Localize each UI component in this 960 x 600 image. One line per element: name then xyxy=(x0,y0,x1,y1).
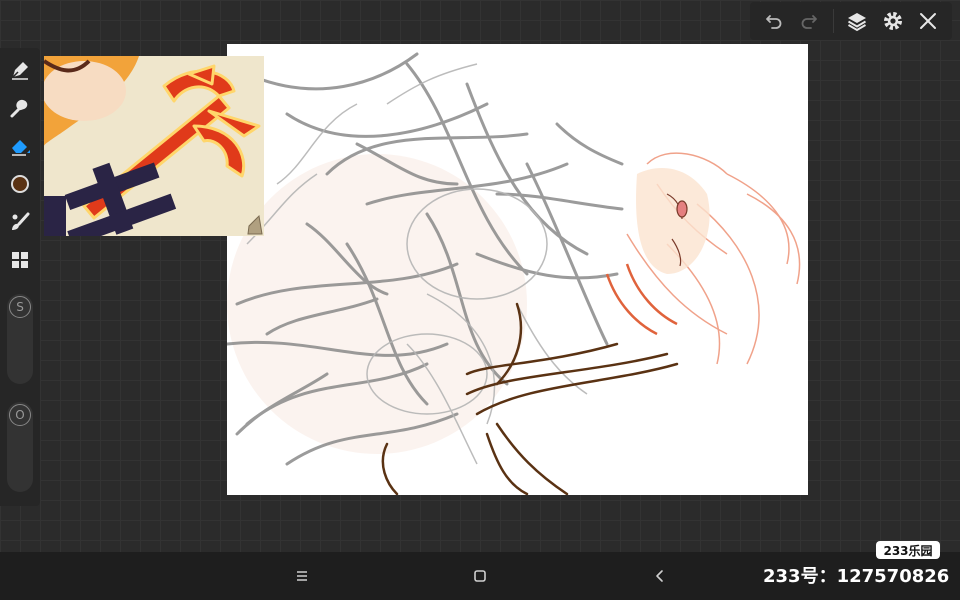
close-icon xyxy=(919,13,936,29)
brush-size-knob[interactable]: S xyxy=(9,296,31,318)
redo-icon xyxy=(802,15,818,29)
layers-icon xyxy=(848,13,867,32)
menu-icon xyxy=(297,571,307,581)
reference-artwork xyxy=(44,56,264,236)
sketch-artwork xyxy=(227,52,801,495)
smudge-tool-button[interactable] xyxy=(8,96,32,120)
menu-button[interactable] xyxy=(292,566,312,586)
eraser-icon xyxy=(12,140,30,156)
layers-button[interactable] xyxy=(845,9,869,33)
close-button[interactable] xyxy=(916,9,940,33)
color-picker-button[interactable] xyxy=(8,172,32,196)
gallery-button[interactable] xyxy=(8,248,32,272)
brush-opacity-knob[interactable]: O xyxy=(9,404,31,426)
top-toolbar xyxy=(750,2,952,40)
back-icon xyxy=(656,570,663,582)
watermark-id: 233号：127570826 xyxy=(763,566,950,587)
undo-button[interactable] xyxy=(762,9,786,33)
brush-tool-button[interactable] xyxy=(8,210,32,234)
brush-size-slider[interactable]: S xyxy=(7,294,33,384)
watermark-logo: 233乐园 xyxy=(876,541,940,559)
home-button[interactable] xyxy=(470,566,490,586)
drawing-canvas[interactable] xyxy=(227,44,808,495)
redo-button[interactable] xyxy=(797,9,821,33)
home-icon xyxy=(474,570,486,582)
reference-image[interactable] xyxy=(44,56,264,236)
pen-icon xyxy=(12,62,28,80)
pen-tool-button[interactable] xyxy=(8,58,32,82)
settings-icon xyxy=(883,12,902,30)
brush-opacity-slider[interactable]: O xyxy=(7,402,33,492)
color-swatch xyxy=(11,175,29,193)
left-toolbar: S O xyxy=(0,48,40,506)
eraser-tool-button[interactable] xyxy=(8,134,32,158)
brush-icon xyxy=(12,212,30,230)
workspace: S O xyxy=(0,0,960,552)
undo-icon xyxy=(766,15,782,29)
toolbar-divider xyxy=(832,9,834,33)
gallery-icon xyxy=(12,252,28,268)
settings-button[interactable] xyxy=(881,9,905,33)
back-button[interactable] xyxy=(650,566,670,586)
smudge-icon xyxy=(10,99,28,118)
